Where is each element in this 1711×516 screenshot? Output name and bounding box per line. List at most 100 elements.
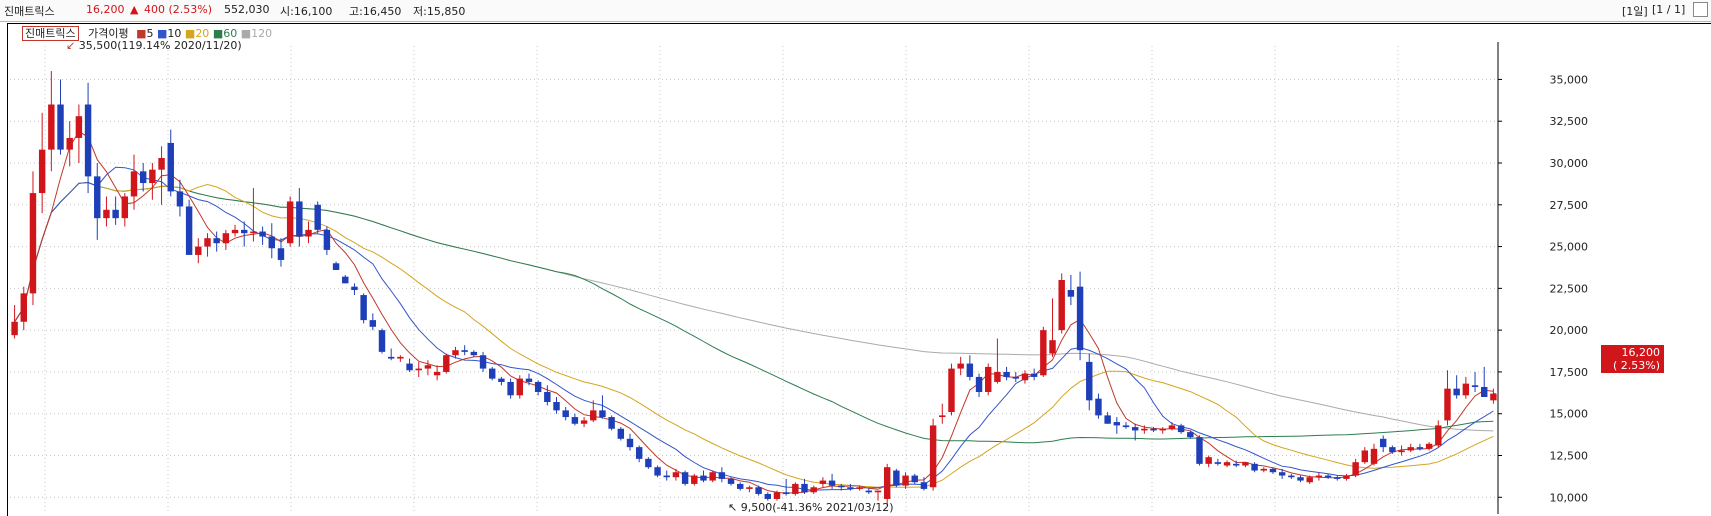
candle-body (902, 475, 909, 486)
candle-body (580, 420, 588, 424)
y-tick-label: 30,000 (1550, 157, 1589, 170)
candle-body (185, 206, 193, 255)
candle-body (590, 410, 597, 421)
moving-average-60-line (14, 181, 1494, 444)
moving-average-10-line (14, 166, 1494, 491)
candle-body (406, 363, 413, 371)
y-tick-label: 17,500 (1550, 366, 1589, 379)
candle-body (1021, 373, 1029, 381)
candle-body (415, 368, 422, 371)
candle-body (1389, 447, 1396, 453)
candle-body (1297, 477, 1304, 481)
candle-body (920, 482, 928, 489)
low-price: 저:15,850 (413, 5, 466, 18)
current-price: 16,200 (86, 3, 125, 16)
candle-body (1076, 286, 1084, 351)
candle-body (608, 417, 615, 429)
candle-body (1150, 428, 1157, 431)
candle-body (1398, 450, 1405, 453)
candle-body (792, 483, 799, 494)
price-change: 400 (2.53%) (144, 3, 213, 16)
candle-body (20, 293, 27, 322)
candle-body (516, 378, 523, 396)
candle-body (1141, 428, 1148, 431)
y-tick-label: 32,500 (1550, 115, 1589, 128)
candle-body (856, 487, 863, 489)
candle-body (718, 472, 726, 479)
candle-body (1306, 477, 1313, 483)
candle-body (994, 371, 1001, 382)
candle-body (433, 371, 441, 376)
y-tick-label: 35,000 (1550, 73, 1589, 86)
candle-body (1407, 447, 1414, 451)
candle-body (1067, 290, 1075, 297)
candle-body (737, 483, 744, 489)
candle-body (847, 487, 854, 489)
candle-body (1223, 462, 1231, 466)
volume: 552,030 (224, 3, 270, 16)
candle-body (1490, 393, 1497, 401)
candle-body (38, 149, 46, 194)
candle-body (94, 176, 101, 219)
period-selector[interactable]: [1일] (1622, 3, 1648, 19)
moving-average-5-line (14, 130, 1494, 494)
candle-body (1122, 425, 1130, 428)
candle-body (1361, 450, 1369, 463)
candle-body (84, 104, 92, 177)
candle-body (1370, 448, 1378, 464)
candle-body (1416, 447, 1424, 449)
candle-body (103, 209, 110, 219)
candle-body (176, 191, 184, 207)
candle-body (893, 470, 900, 486)
candle-body (130, 171, 138, 197)
y-tick-label: 25,000 (1550, 241, 1589, 254)
candle-body (939, 415, 946, 418)
candle-body (801, 483, 808, 493)
candle-body (461, 350, 468, 352)
candle-body (1086, 361, 1093, 401)
candle-body (1251, 463, 1258, 471)
candle-body (1444, 388, 1451, 421)
candle-body (351, 286, 358, 291)
candle-body (1453, 388, 1460, 396)
y-tick-label: 15,000 (1550, 408, 1589, 421)
candle-body (700, 475, 707, 481)
candle-body (828, 480, 836, 486)
candle-body (1288, 475, 1295, 478)
candle-body (755, 487, 762, 494)
candle-body (452, 350, 459, 356)
candle-body (332, 263, 340, 270)
candle-body (241, 229, 248, 234)
candle-body (314, 204, 321, 230)
candle-body (709, 472, 716, 481)
candle-body (626, 438, 634, 448)
stock-name: 진매트릭스 (4, 5, 55, 18)
candle-body (1242, 462, 1249, 466)
candle-body (911, 475, 918, 483)
candle-body (397, 356, 404, 359)
candle-body (479, 355, 487, 369)
candle-body (112, 209, 119, 219)
candle-body (286, 201, 294, 244)
candle-body (195, 246, 202, 255)
candle-body (746, 487, 753, 489)
candle-body (691, 475, 698, 484)
candle-body (1471, 385, 1479, 387)
window-toggle-icon[interactable] (1693, 2, 1708, 17)
candle-body (1049, 340, 1056, 354)
chart-panel: 10,000 12,500 15,000 17,500 20,000 22,500 25,0… (7, 23, 1711, 516)
candle-body (1233, 463, 1240, 466)
high-annotation: ↙ 35,500(119.14% 2020/11/20) (66, 39, 242, 52)
candle-body (1269, 468, 1277, 473)
candle-body (1040, 330, 1047, 376)
high-price: 고:16,450 (349, 5, 402, 18)
candle-body (838, 485, 845, 488)
y-tick-label: 22,500 (1550, 282, 1589, 295)
candle-body (305, 229, 312, 237)
candle-body (222, 233, 230, 244)
price-chart[interactable]: 10,000 12,500 15,000 17,500 20,000 22,500 25,0… (8, 24, 1711, 516)
candle-body (360, 295, 367, 321)
candle-body (534, 381, 542, 392)
candle-body (1352, 462, 1359, 476)
candle-body (1260, 468, 1267, 471)
